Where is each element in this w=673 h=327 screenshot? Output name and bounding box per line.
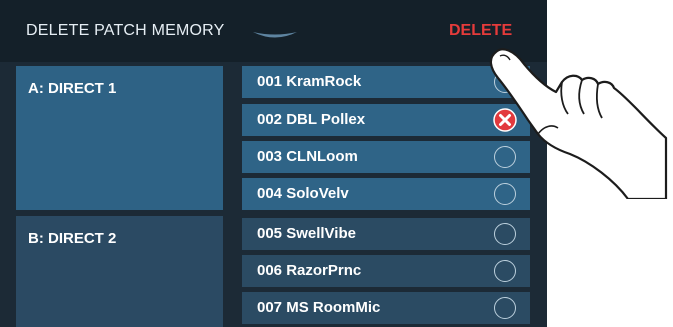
radio-circle-icon[interactable] <box>494 223 516 245</box>
patch-label: 004 SoloVelv <box>257 185 349 202</box>
bank-b-label: B: DIRECT 2 <box>28 230 117 247</box>
patch-item-006[interactable]: 006 RazorPrnc <box>242 255 530 287</box>
patch-item-007[interactable]: 007 MS RoomMic <box>242 292 530 324</box>
delete-patch-screen: DELETE PATCH MEMORY DELETE A: DIRECT 1 B… <box>0 0 547 327</box>
patch-label: 002 DBL Pollex <box>257 111 366 128</box>
patch-label: 003 CLNLoom <box>257 148 358 165</box>
page-title: DELETE PATCH MEMORY <box>26 22 225 39</box>
bank-a-panel[interactable]: A: DIRECT 1 <box>16 66 223 210</box>
patch-label: 007 MS RoomMic <box>257 299 381 316</box>
pointing-hand-icon <box>489 48 668 199</box>
radio-circle-icon[interactable] <box>494 297 516 319</box>
radio-circle-icon[interactable] <box>494 260 516 282</box>
patch-item-005[interactable]: 005 SwellVibe <box>242 218 530 250</box>
patch-label: 005 SwellVibe <box>257 225 356 242</box>
patch-label: 006 RazorPrnc <box>257 262 362 279</box>
header-bar: DELETE PATCH MEMORY DELETE <box>0 0 547 62</box>
bank-b-panel[interactable]: B: DIRECT 2 <box>16 216 223 327</box>
bank-a-label: A: DIRECT 1 <box>28 80 117 97</box>
chevron-down-icon[interactable] <box>252 30 298 42</box>
patch-label: 001 KramRock <box>257 73 362 90</box>
